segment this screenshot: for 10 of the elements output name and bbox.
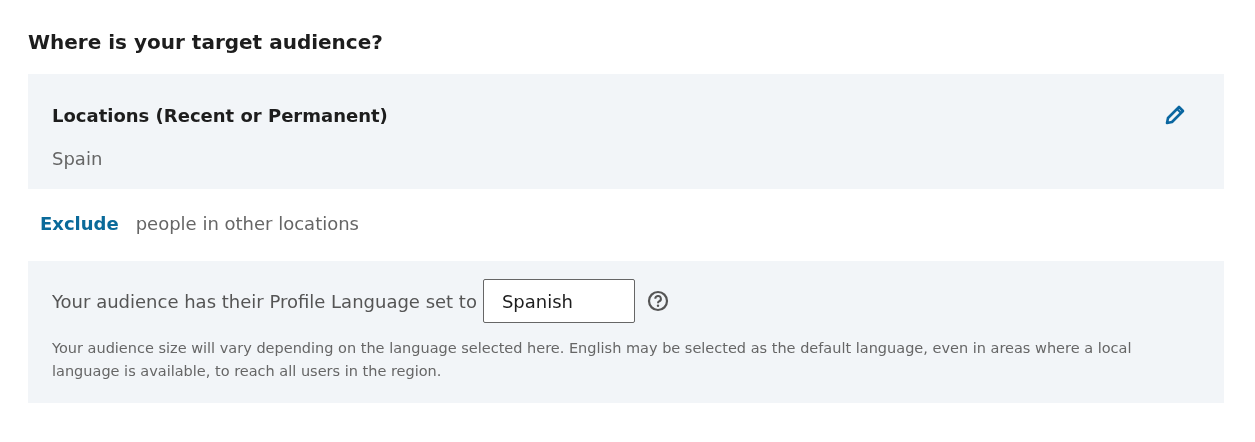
language-field[interactable]: Spanish (482, 279, 635, 323)
section-heading: Where is your target audience? (28, 30, 384, 54)
exclude-link[interactable]: Exclude (40, 213, 119, 234)
language-label: Your audience has their Profile Language set to (52, 290, 477, 312)
location-value: Spain (52, 148, 104, 169)
help-icon[interactable] (646, 290, 669, 312)
language-note: Your audience size will vary depending on the language selected here. English may be selected as the default language, even in areas where a local language is available, to reach all users in the region. (52, 339, 1133, 381)
exclude-text: people in other locations (135, 213, 359, 234)
edit-icon[interactable] (1164, 104, 1186, 126)
locations-title: Locations (Recent or Permanent) (52, 104, 388, 126)
